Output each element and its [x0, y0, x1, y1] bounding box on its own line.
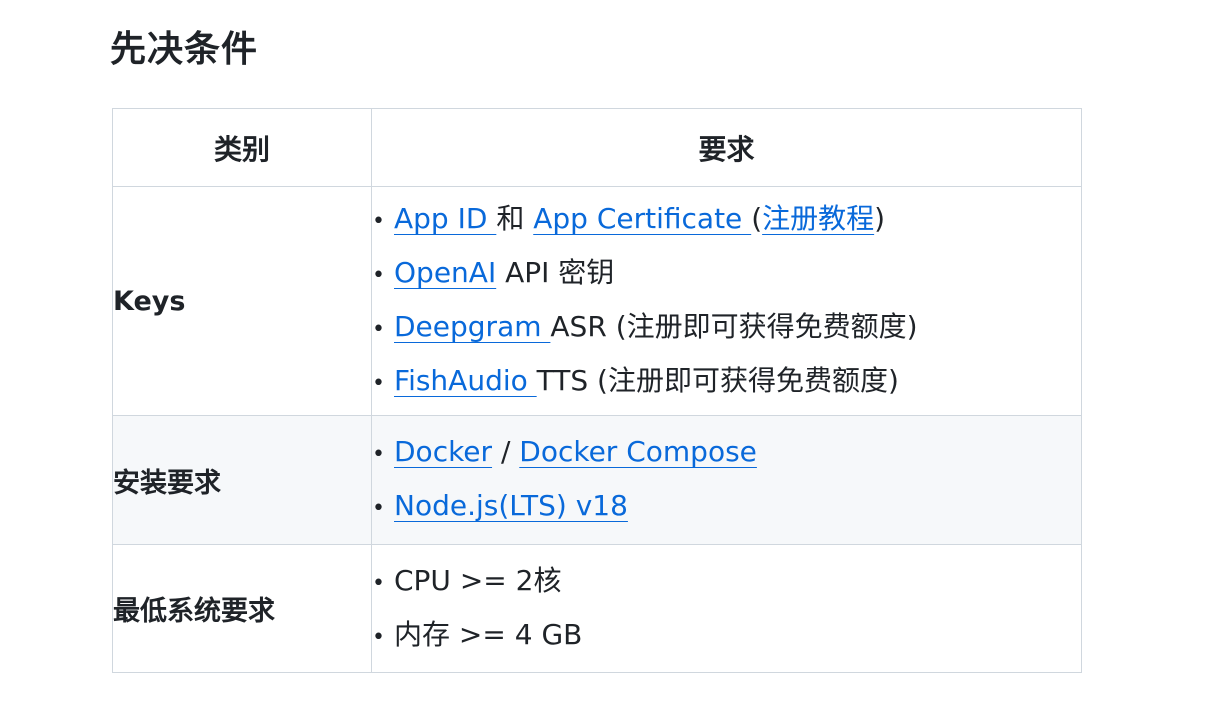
category-cell: 最低系统要求: [112, 544, 372, 673]
page-title: 先决条件: [110, 29, 259, 70]
bullet-icon: •: [372, 209, 385, 234]
table-row-system: 最低系统要求 • CPU >= 2核 • 内存 >= 4 GB: [112, 544, 1082, 673]
requirement-link[interactable]: Docker Compose: [519, 435, 757, 468]
category-cell: 安装要求: [112, 415, 372, 545]
page: 先决条件 类别 要求 Keys • App ID 和 App Certificat…: [0, 0, 1210, 720]
list-item: • Node.js(LTS) v18: [372, 480, 1081, 534]
list-item: • OpenAI API 密钥: [372, 247, 1081, 301]
list-item: • 内存 >= 4 GB: [372, 609, 1081, 663]
header-category: 类别: [112, 108, 372, 187]
bullet-icon: •: [372, 442, 385, 467]
table-row-keys: Keys • App ID 和 App Certificate (注册教程) • Op…: [112, 186, 1082, 416]
requirements-cell: • Docker / Docker Compose • Node.js(LTS) v1…: [371, 415, 1082, 545]
bullet-icon: •: [372, 263, 385, 288]
requirement-link[interactable]: OpenAI: [394, 256, 496, 289]
requirements-cell: • App ID 和 App Certificate (注册教程) • OpenAI …: [371, 186, 1082, 416]
bullet-icon: •: [372, 317, 385, 342]
header-requirements: 要求: [371, 108, 1082, 187]
requirement-link[interactable]: App ID: [394, 202, 496, 235]
list-item: • CPU >= 2核: [372, 555, 1081, 609]
requirement-text: API 密钥: [496, 256, 615, 289]
requirement-text: CPU >= 2核: [394, 563, 562, 597]
requirement-link[interactable]: 注册教程: [762, 202, 874, 235]
bullet-icon: •: [372, 624, 385, 650]
prerequisites-table: 类别 要求 Keys • App ID 和 App Certificate (注册…: [112, 108, 1082, 673]
bullet-icon: •: [372, 496, 385, 521]
requirement-link[interactable]: FishAudio: [394, 364, 537, 397]
requirement-link[interactable]: Docker: [394, 435, 492, 468]
requirement-text: ): [874, 202, 886, 235]
requirement-link[interactable]: Node.js(LTS) v18: [394, 489, 628, 522]
requirements-list: • App ID 和 App Certificate (注册教程) • OpenAI …: [372, 193, 1081, 409]
requirement-text: /: [492, 435, 520, 468]
bullet-icon: •: [372, 371, 385, 396]
requirements-list: • CPU >= 2核 • 内存 >= 4 GB: [372, 555, 1081, 663]
list-item: • Deepgram ASR (注册即可获得免费额度): [372, 301, 1081, 355]
requirement-text: (: [751, 202, 763, 235]
category-cell: Keys: [112, 186, 372, 416]
list-item: • App ID 和 App Certificate (注册教程): [372, 193, 1081, 247]
requirement-text: 内存 >= 4 GB: [394, 617, 583, 651]
table-header-row: 类别 要求: [112, 108, 1082, 187]
bullet-icon: •: [372, 570, 385, 596]
list-item: • Docker / Docker Compose: [372, 426, 1081, 480]
requirement-link[interactable]: App Certificate: [533, 202, 751, 235]
table-row-install: 安装要求 • Docker / Docker Compose • Node.js(LT…: [112, 415, 1082, 545]
requirement-link[interactable]: Deepgram: [394, 310, 550, 343]
requirement-text: 和: [496, 202, 534, 235]
requirement-text: TTS (注册即可获得免费额度): [536, 364, 899, 397]
requirements-cell: • CPU >= 2核 • 内存 >= 4 GB: [371, 544, 1082, 673]
requirements-list: • Docker / Docker Compose • Node.js(LTS) v1…: [372, 426, 1081, 534]
requirement-text: ASR (注册即可获得免费额度): [550, 310, 918, 343]
list-item: • FishAudio TTS (注册即可获得免费额度): [372, 355, 1081, 409]
